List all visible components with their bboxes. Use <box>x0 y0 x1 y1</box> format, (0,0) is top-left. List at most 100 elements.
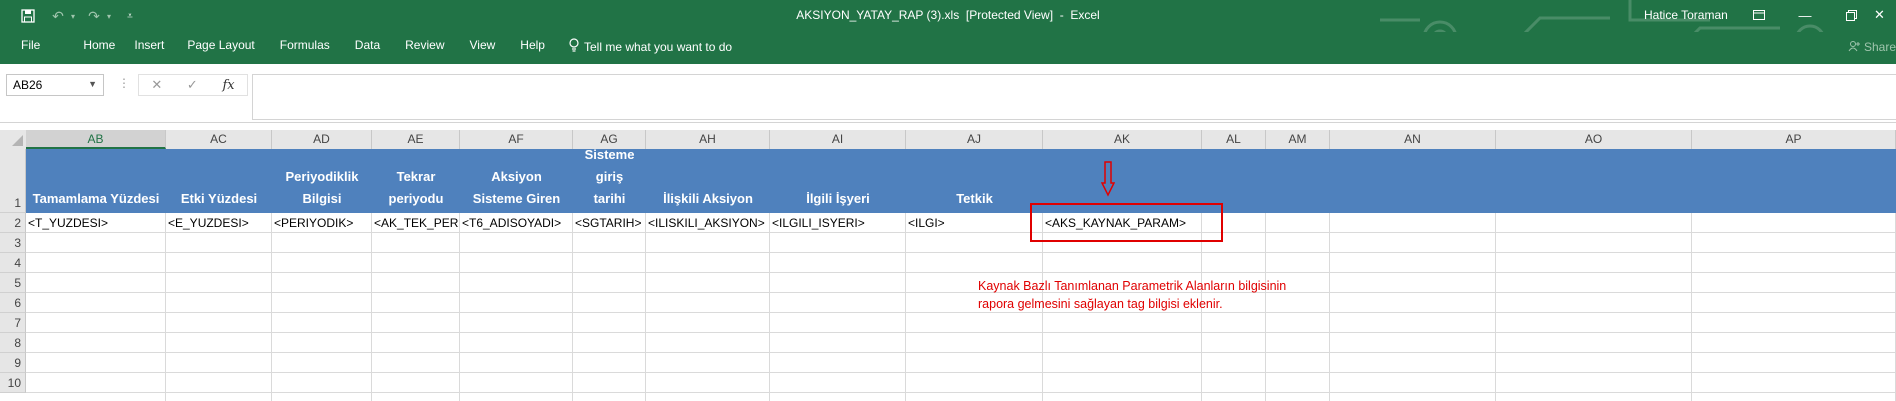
row-gridline <box>26 272 1896 273</box>
header-cell-text: Sisteme giriş tarihi <box>585 144 635 210</box>
cell-ac2[interactable]: <E_YUZDESI> <box>166 213 271 233</box>
insert-function-icon[interactable]: fx <box>222 78 234 93</box>
formula-input[interactable] <box>252 74 1896 120</box>
row-gridline <box>26 312 1896 313</box>
cell-ag2[interactable]: <SGTARIH> <box>573 213 645 233</box>
tab-view[interactable]: View <box>454 38 505 55</box>
header-cell-line: İlişkili Aksiyon <box>663 191 753 206</box>
name-box[interactable]: AB26 ▼ <box>6 74 104 96</box>
row-header-5[interactable]: 5 <box>0 273 26 293</box>
row-header-8[interactable]: 8 <box>0 333 26 353</box>
row-header-4[interactable]: 4 <box>0 253 26 273</box>
worksheet-grid[interactable]: AB AC AD AE AF AG AH AI AJ AK AL AM AN AO AP 123456789… <box>0 130 1896 401</box>
column-header-ad[interactable]: AD <box>272 130 372 149</box>
column-gridline <box>769 213 770 401</box>
column-header-ao[interactable]: AO <box>1496 130 1692 149</box>
tab-help[interactable]: Help <box>504 38 554 55</box>
cancel-icon[interactable]: ✕ <box>151 77 162 93</box>
row-header-9[interactable]: 9 <box>0 353 26 373</box>
header-cell-text: Etki Yüzdesi <box>181 188 257 210</box>
header-cell-ab[interactable]: Tamamlama Yüzdesi <box>26 149 166 213</box>
header-cell-ag[interactable]: Sisteme giriş tarihi <box>573 147 646 213</box>
tell-me-label: Tell me what you want to do <box>583 39 733 54</box>
tab-insert[interactable]: Insert <box>125 38 173 55</box>
row-header-1[interactable]: 1 <box>0 149 26 213</box>
header-cell-text: Tamamlama Yüzdesi <box>33 188 160 210</box>
row-gridline <box>26 392 1896 393</box>
enter-icon[interactable]: ✓ <box>187 77 198 93</box>
column-header-ah[interactable]: AH <box>646 130 770 149</box>
chevron-down-icon[interactable]: ▼ <box>88 79 97 89</box>
tab-page-layout[interactable]: Page Layout <box>173 38 263 55</box>
share-label: Share <box>1863 40 1896 54</box>
column-header-al[interactable]: AL <box>1202 130 1266 149</box>
cell-ao2[interactable] <box>1496 213 1691 233</box>
lightbulb-icon <box>568 38 580 55</box>
header-cell-line: Periyodiklik <box>285 169 359 184</box>
share-button[interactable]: Share <box>1848 40 1896 55</box>
header-cell-line: Tetkik <box>956 191 993 206</box>
header-cell-text: Periyodiklik Bilgisi <box>286 166 359 210</box>
column-gridline <box>572 213 573 401</box>
tab-home[interactable]: Home <box>74 38 125 55</box>
row-header-10[interactable]: 10 <box>0 373 26 393</box>
annotation-line-1: Kaynak Bazlı Tanımlanan Parametrik Alanl… <box>978 279 1287 293</box>
cell-ae2[interactable]: <AK_TEK_PER> <box>372 213 459 233</box>
cell-af2[interactable]: <T6_ADISOYADI> <box>460 213 572 233</box>
column-header-ak[interactable]: AK <box>1043 130 1202 149</box>
row-header-7[interactable]: 7 <box>0 313 26 333</box>
cell-ap2[interactable] <box>1692 213 1895 233</box>
column-gridline <box>645 213 646 401</box>
row-gridline <box>26 252 1896 253</box>
row-gridline <box>26 372 1896 373</box>
select-all-button[interactable] <box>0 130 27 149</box>
cell-ai2[interactable]: <ILGILI_ISYERI> <box>770 213 905 233</box>
header-cell-am[interactable] <box>1266 149 1330 213</box>
header-cell-line: Aksiyon <box>491 169 542 184</box>
header-cell-an[interactable] <box>1330 149 1496 213</box>
column-header-aj[interactable]: AJ <box>906 130 1043 149</box>
tab-review[interactable]: Review <box>389 38 453 55</box>
cell-am2[interactable] <box>1266 213 1329 233</box>
column-gridline <box>165 213 166 401</box>
header-cell-ao[interactable] <box>1496 149 1692 213</box>
column-header-ap[interactable]: AP <box>1692 130 1896 149</box>
tab-formulas[interactable]: Formulas <box>264 38 339 55</box>
person-icon <box>1848 40 1860 55</box>
header-cell-ai[interactable]: İlgili İşyeri <box>770 149 906 213</box>
formula-bar: AB26 ▼ ⋮ ✕ ✓ fx <box>0 64 1896 123</box>
column-gridline <box>371 213 372 401</box>
header-cell-ac[interactable]: Etki Yüzdesi <box>166 149 272 213</box>
header-cell-ap[interactable] <box>1692 149 1896 213</box>
tell-me-search[interactable]: Tell me what you want to do <box>554 38 741 55</box>
row-header-2[interactable]: 2 <box>0 213 26 233</box>
cell-ah2[interactable]: <ILISKILI_AKSIYON> <box>646 213 769 233</box>
header-cell-ad[interactable]: Periyodiklik Bilgisi <box>272 149 372 213</box>
column-header-ab[interactable]: AB <box>26 130 166 149</box>
cell-aj2[interactable]: <ILGI> <box>906 213 1042 233</box>
column-header-am[interactable]: AM <box>1266 130 1330 149</box>
header-cell-text: Aksiyon Sisteme Giren <box>473 166 560 210</box>
row-header-6[interactable]: 6 <box>0 293 26 313</box>
column-gridline <box>905 213 906 401</box>
column-header-ai[interactable]: AI <box>770 130 906 149</box>
column-gridline <box>271 213 272 401</box>
column-header-ac[interactable]: AC <box>166 130 272 149</box>
header-cell-line: tarihi <box>593 191 626 206</box>
tab-file[interactable]: File <box>0 38 74 55</box>
column-header-an[interactable]: AN <box>1330 130 1496 149</box>
tab-data[interactable]: Data <box>339 38 389 55</box>
header-cell-ae[interactable]: Tekrar periyodu <box>372 149 460 213</box>
cell-ad2[interactable]: <PERIYODIK> <box>272 213 371 233</box>
cell-ab2[interactable]: <T_YUZDESI> <box>26 213 165 233</box>
cell-an2[interactable] <box>1330 213 1495 233</box>
row-header-3[interactable]: 3 <box>0 233 26 253</box>
column-header-af[interactable]: AF <box>460 130 573 149</box>
column-header-ae[interactable]: AE <box>372 130 460 149</box>
formula-bar-splitter-icon[interactable]: ⋮ <box>118 76 130 90</box>
column-gridline <box>1495 213 1496 401</box>
header-cell-ah[interactable]: İlişkili Aksiyon <box>646 149 770 213</box>
header-cell-af[interactable]: Aksiyon Sisteme Giren <box>460 149 573 213</box>
header-cell-aj[interactable]: Tetkik <box>906 149 1043 213</box>
header-cell-line: giriş <box>595 169 624 184</box>
